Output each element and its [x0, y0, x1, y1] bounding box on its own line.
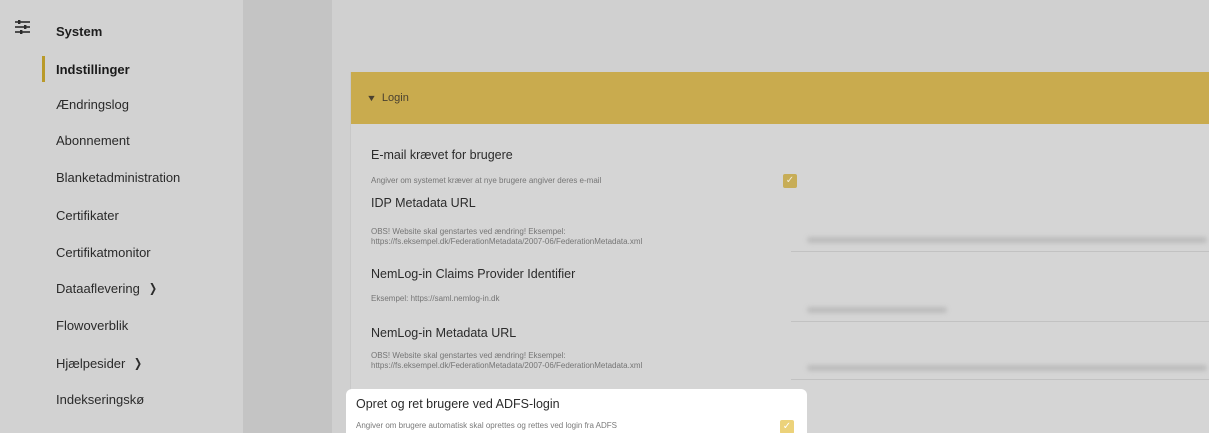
sidebar-item-indekseringsko[interactable]: Indekseringskø [42, 381, 243, 417]
sidebar: System Indstillinger Ændringslog Abonnem… [0, 0, 243, 433]
sidebar-item-hjaelpesider[interactable]: Hjælpesider ❯ [42, 345, 243, 381]
setting-description: OBS! Website skal genstartes ved ændring… [371, 351, 566, 360]
sidebar-item-label: Abonnement [56, 132, 130, 148]
sidebar-item-label: Certifikatmonitor [56, 244, 151, 260]
caret-down-icon: ▼ [366, 93, 377, 103]
setting-description: OBS! Website skal genstartes ved ændring… [371, 227, 566, 236]
email-required-checkbox[interactable]: ✓ [783, 174, 797, 188]
check-icon: ✓ [782, 421, 792, 432]
chevron-right-icon: ❯ [134, 356, 143, 370]
nemlogin-metadata-url-input[interactable] [791, 354, 1209, 380]
setting-description: Angiver om systemet kræver at nye bruger… [371, 176, 602, 185]
setting-title: Opret og ret brugere ved ADFS-login [356, 397, 560, 411]
login-settings-panel: ▼ Login E-mail krævet for brugere Angive… [350, 72, 1209, 433]
sidebar-item-label: Flowoverblik [56, 317, 129, 333]
input-value-obscured [807, 237, 1207, 243]
sidebar-item-aendringslog[interactable]: Ændringslog [42, 86, 243, 122]
setting-title: NemLog-in Metadata URL [371, 326, 517, 340]
setting-title: E-mail krævet for brugere [371, 148, 513, 162]
check-icon: ✓ [785, 175, 795, 186]
highlighted-setting-row: Opret og ret brugere ved ADFS-login Angi… [346, 389, 807, 433]
setting-description: Angiver om brugere automatisk skal opret… [356, 421, 618, 430]
secondary-column [243, 0, 332, 433]
claims-provider-identifier-input[interactable] [791, 296, 1209, 322]
sidebar-item-label: Indstillinger [56, 61, 130, 77]
setting-description: https://fs.eksempel.dk/FederationMetadat… [371, 237, 643, 246]
sidebar-item-certifikatmonitor[interactable]: Certifikatmonitor [42, 234, 243, 270]
setting-description: https://fs.eksempel.dk/FederationMetadat… [371, 361, 643, 370]
panel-title: Login [381, 92, 409, 104]
sidebar-item-label: Ændringslog [56, 96, 129, 112]
sidebar-item-indstillinger[interactable]: Indstillinger [42, 51, 243, 87]
setting-description: Eksempel: https://saml.nemlog-in.dk [371, 294, 500, 303]
sidebar-item-flowoverblik[interactable]: Flowoverblik [42, 307, 243, 343]
sidebar-item-abonnement[interactable]: Abonnement [42, 122, 243, 158]
sidebar-item-dataaflevering[interactable]: Dataaflevering ❯ [42, 270, 243, 306]
idp-metadata-url-input[interactable] [791, 226, 1209, 252]
input-value-obscured [807, 307, 947, 313]
sidebar-item-label: Indekseringskø [56, 391, 145, 407]
setting-title: IDP Metadata URL [371, 196, 476, 210]
sliders-icon[interactable] [14, 19, 31, 35]
sidebar-item-label: Hjælpesider [56, 355, 126, 371]
sidebar-item-label: Dataaflevering [56, 280, 140, 296]
sidebar-section-title[interactable]: System [56, 24, 102, 39]
sidebar-item-label: Blanketadministration [56, 169, 181, 185]
main-content: ▼ Login E-mail krævet for brugere Angive… [332, 0, 1209, 433]
panel-header-login[interactable]: ▼ Login [351, 72, 1209, 124]
sidebar-item-label: Certifikater [56, 207, 119, 223]
sidebar-item-blanketadministration[interactable]: Blanketadministration [42, 159, 243, 195]
input-value-obscured [807, 365, 1207, 371]
chevron-right-icon: ❯ [148, 281, 157, 295]
adfs-create-users-checkbox[interactable]: ✓ [780, 420, 794, 433]
setting-title: NemLog-in Claims Provider Identifier [371, 267, 576, 281]
sidebar-item-certifikater[interactable]: Certifikater [42, 197, 243, 233]
